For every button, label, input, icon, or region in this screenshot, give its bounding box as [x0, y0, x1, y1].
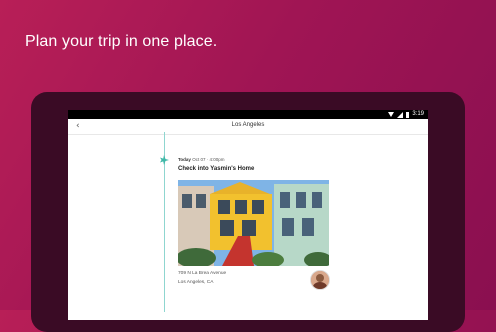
event-date-time: Oct 07 · 4:00pm	[192, 157, 225, 162]
host-avatar[interactable]	[310, 270, 330, 290]
home-photo[interactable]	[178, 180, 329, 266]
headline: Plan your trip in one place.	[25, 33, 218, 50]
address-line-1: 709 N La Brea Avenue	[178, 271, 227, 276]
wifi-icon	[388, 112, 395, 117]
signal-icon	[397, 111, 404, 118]
status-time: 3:19	[412, 111, 424, 117]
page-title: Los Angeles	[231, 122, 265, 128]
battery-icon	[406, 111, 410, 118]
address-line-2: Los Angeles, CA	[178, 280, 214, 285]
event-datetime: Today Oct 07 · 4:00pm	[178, 157, 224, 162]
plane-pin-icon	[160, 155, 169, 165]
event-day: Today	[178, 157, 191, 162]
event-title[interactable]: Check into Yasmin's Home	[178, 166, 254, 172]
app-bar: ‹ Los Angeles	[68, 119, 428, 135]
status-bar: 3:19	[68, 110, 428, 119]
